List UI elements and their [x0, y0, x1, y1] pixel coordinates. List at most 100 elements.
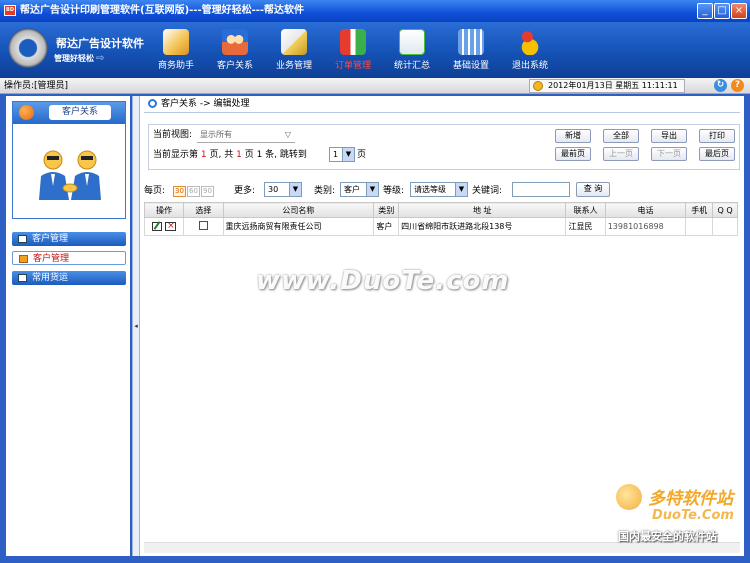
refresh-icon[interactable]: ↻ — [714, 79, 727, 92]
sidebar-group-customer-mgmt[interactable]: 客户管理 — [12, 232, 126, 246]
next-page-button[interactable]: 下一页 — [651, 147, 687, 161]
operator-label: 操作员:[管理员] — [4, 81, 69, 91]
cell-address: 四川省绵阳市跃进路北段138号 — [398, 217, 567, 236]
col-header-qq[interactable]: Q Q — [712, 202, 738, 218]
col-header-actions[interactable]: 操作 — [143, 202, 185, 218]
dropdown-arrow-icon: ▼ — [342, 148, 354, 161]
more-select[interactable]: 30 ▼ — [264, 182, 302, 197]
keyword-label: 关键词: — [472, 186, 503, 196]
row-select — [183, 217, 224, 236]
prev-page-button[interactable]: 上一页 — [603, 147, 639, 161]
dropdown-arrow-icon: ▼ — [366, 183, 378, 196]
row-actions: × — [143, 217, 185, 236]
minimize-button[interactable]: _ — [697, 3, 713, 19]
more-label: 更多: — [234, 186, 256, 196]
arrow-icon: ⇨ — [96, 53, 105, 64]
maximize-button[interactable]: □ — [714, 3, 730, 19]
cell-company: 重庆远扬商贸有限责任公司 — [222, 217, 375, 236]
col-header-company[interactable]: 公司名称 — [222, 202, 375, 218]
corner-url: DuoTe.Com — [652, 508, 734, 523]
module-card: 客户关系 — [12, 101, 126, 219]
toolbar-item-statistics[interactable]: 统计汇总 — [382, 26, 442, 76]
col-header-phone[interactable]: 电话 — [604, 202, 687, 218]
customers-icon — [222, 29, 248, 55]
toolbar-item-business-mgmt[interactable]: 业务管理 — [264, 26, 324, 76]
close-button[interactable]: × — [731, 3, 747, 19]
dropdown-arrow-icon: ▼ — [455, 183, 467, 196]
toolbar-item-orders[interactable]: 订单管理 — [323, 26, 383, 76]
settings-icon — [458, 29, 484, 55]
folder-icon — [18, 235, 27, 243]
col-header-contact[interactable]: 联系人 — [565, 202, 606, 218]
cell-category: 客户 — [373, 217, 400, 236]
module-title: 客户关系 — [49, 105, 111, 120]
orders-icon — [340, 29, 366, 55]
sidebar-group-freight[interactable]: 常用货运 — [12, 271, 126, 285]
cube-icon — [19, 255, 28, 263]
corner-brand: 多特软件站 — [648, 489, 733, 509]
sidebar: 客户关系 客户管理 客户管理 常用货运 — [6, 96, 130, 556]
dropdown-arrow-icon: ▼ — [289, 183, 301, 196]
last-page-button[interactable]: 最后页 — [699, 147, 735, 161]
view-panel: 当前视图: 显示所有 ▽ 当前显示第 1 页, 共 1 页 1 条, 跳转到 1… — [148, 124, 740, 170]
cell-contact: 江显民 — [565, 217, 606, 236]
exit-icon — [517, 29, 543, 55]
cell-phone: 13981016898 — [604, 217, 687, 236]
toolbar-item-customers[interactable]: 客户关系 — [205, 26, 265, 76]
logo-disc-icon — [8, 28, 48, 68]
keyword-input[interactable] — [512, 182, 570, 197]
col-header-category[interactable]: 类别 — [373, 202, 400, 218]
jump-page-select[interactable]: 1 ▼ — [329, 147, 355, 162]
col-header-select[interactable]: 选择 — [183, 202, 224, 218]
sidebar-splitter[interactable]: ◂ — [132, 96, 140, 556]
col-header-address[interactable]: 地 址 — [398, 202, 567, 218]
view-select[interactable]: 显示所有 ▽ — [197, 128, 295, 143]
delete-icon[interactable]: × — [165, 222, 177, 231]
brand-title: 帮达广告设计软件 — [56, 37, 144, 50]
customer-table: 操作 选择 公司名称 类别 地 址 联系人 电话 手机 Q Q × 重庆远扬商贸… — [143, 202, 738, 236]
watermark-text: www.DuoTe.com — [256, 266, 510, 296]
divider — [144, 112, 740, 113]
toolbar-item-business-assistant[interactable]: 商务助手 — [146, 26, 206, 76]
window-title: 帮达广告设计印刷管理软件(互联网版)---管理好轻松---帮达软件 — [20, 5, 305, 16]
jump-suffix: 页 — [357, 150, 367, 160]
customers-illustration — [39, 150, 101, 200]
window-title-bar: BD 帮达广告设计印刷管理软件(互联网版)---管理好轻松---帮达软件 — [0, 0, 750, 22]
category-label: 类别: — [314, 186, 336, 196]
module-icon — [19, 105, 34, 120]
corner-watermark: 多特软件站 DuoTe.Com 国内最安全的软件站 — [612, 482, 746, 546]
corner-slogan: 国内最安全的软件站 — [618, 530, 717, 543]
cell-qq — [712, 217, 738, 236]
table-row[interactable]: × 重庆远扬商贸有限责任公司 客户 四川省绵阳市跃进路北段138号 江显民 13… — [143, 217, 738, 236]
search-button[interactable]: 查 询 — [576, 182, 610, 197]
app-icon: BD — [4, 5, 16, 16]
export-button[interactable]: 导出 — [651, 129, 687, 143]
edit-icon[interactable] — [151, 221, 162, 231]
per-page-30[interactable]: 30 — [173, 186, 186, 197]
row-checkbox[interactable] — [198, 221, 208, 230]
clock-icon — [533, 81, 543, 91]
mascot-icon — [616, 484, 642, 510]
help-icon[interactable]: ? — [731, 79, 744, 92]
datetime-display: 2012年01月13日 星期五 11:11:11 — [529, 79, 685, 93]
first-page-button[interactable]: 最前页 — [555, 147, 591, 161]
level-select[interactable]: 请选等级 ▼ — [410, 182, 468, 197]
toolbar-item-settings[interactable]: 基础设置 — [441, 26, 501, 76]
breadcrumb-icon — [148, 99, 157, 108]
brand-subtitle: 管理好轻松 — [54, 54, 94, 63]
print-button[interactable]: 打印 — [699, 129, 735, 143]
breadcrumb: 客户关系 -> 编辑处理 — [148, 98, 250, 110]
col-header-mobile[interactable]: 手机 — [685, 202, 714, 218]
page-info: 当前显示第 1 页, 共 1 页 1 条, 跳转到 — [153, 150, 307, 160]
module-card-header: 客户关系 — [13, 102, 125, 124]
sidebar-item-customer-mgmt[interactable]: 客户管理 — [12, 251, 126, 265]
chart-icon — [399, 29, 425, 55]
select-all-button[interactable]: 全部 — [603, 129, 639, 143]
add-button[interactable]: 新增 — [555, 129, 591, 143]
level-label: 等级: — [383, 186, 405, 196]
document-edit-icon — [281, 29, 307, 55]
per-page-60[interactable]: 60 — [187, 186, 200, 197]
toolbar-item-exit[interactable]: 退出系统 — [500, 26, 560, 76]
category-select[interactable]: 客户 ▼ — [340, 182, 379, 197]
per-page-90[interactable]: 90 — [201, 186, 214, 197]
